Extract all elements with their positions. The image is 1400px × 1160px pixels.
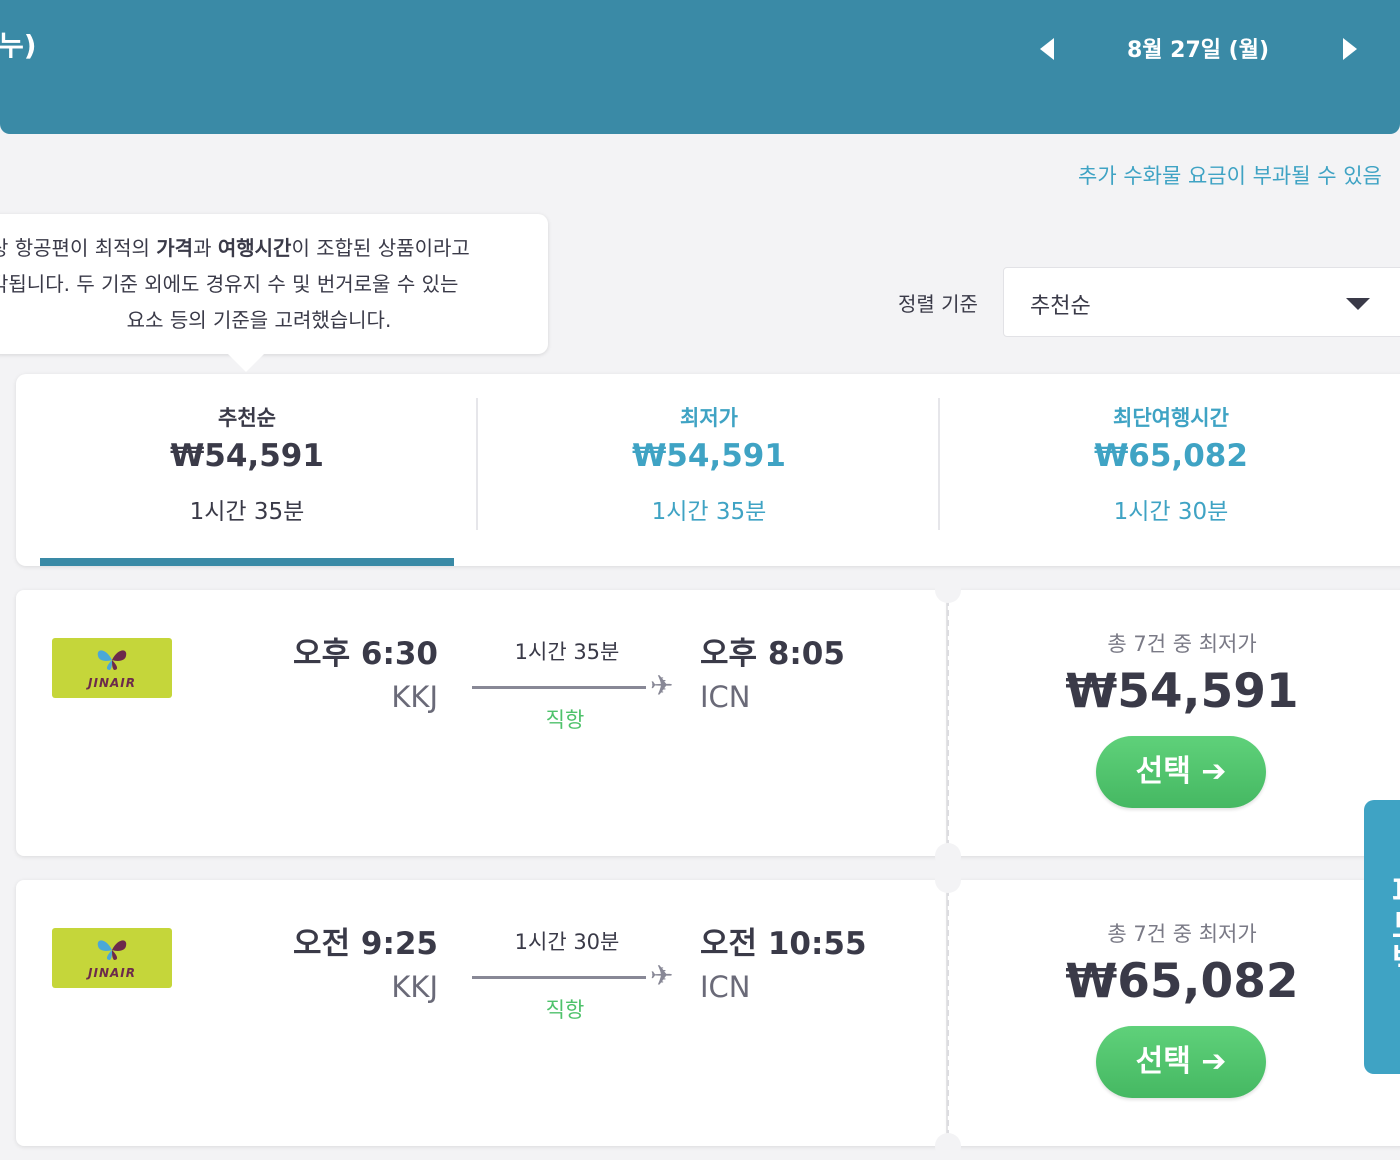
tooltip-line-3: 요소 등의 기준을 고려했습니다. [126,308,392,332]
butterfly-icon [97,650,127,670]
flight-card-details[interactable]: JINAIR 오후 6:30 KKJ 1시간 35분 ✈ 직항 오후 8:05 … [16,590,946,856]
airplane-icon: ✈ [650,669,674,702]
flight-card-price: 총 7건 중 최저가 ₩54,591 선택 ➔ [948,590,1400,856]
offer-price: ₩65,082 [1065,954,1299,1009]
tooltip-line-1: 상 항공편이 최적의 가격과 여행시간이 조합된 상품이라고 [0,236,470,260]
arrival-time: 오후 8:05 [700,636,845,672]
select-button[interactable]: 선택 ➔ [1096,736,1266,808]
airline-logo: JINAIR [52,638,172,698]
arrow-right-icon: ➔ [1201,754,1227,789]
ticket-divider [947,890,949,1136]
sort-tabs: 추천순 ₩54,591 1시간 35분 최저가 ₩54,591 1시간 35분 … [16,374,1400,566]
feedback-side-tab-label: 피드백 [1384,874,1400,976]
ticket-notch [935,843,961,869]
tab-price: ₩65,082 [1094,438,1248,474]
offer-count: 총 7건 중 최저가 [1107,632,1257,656]
tab-price: ₩54,591 [170,438,324,474]
arrival-airport: ICN [700,680,751,714]
tab-title: 추천순 [218,406,276,430]
feedback-side-tab[interactable]: 피드백 [1364,800,1400,1074]
flight-duration: 1시간 35분 [514,640,620,664]
sort-dropdown-value: 추천순 [1030,294,1091,319]
airline-logo: JINAIR [52,928,172,988]
arrival-time: 오전 10:55 [700,926,867,962]
tooltip-line-2: 각됩니다. 두 기준 외에도 경유지 수 및 번거로울 수 있는 [0,272,459,296]
departure-airport: KKJ [391,680,438,714]
flight-card-details[interactable]: JINAIR 오전 9:25 KKJ 1시간 30분 ✈ 직항 오전 10:55… [16,880,946,1146]
tab-fastest[interactable]: 최단여행시간 ₩65,082 1시간 30분 [940,374,1400,566]
tab-duration: 1시간 30분 [1113,499,1229,525]
previous-date-icon[interactable] [1040,38,1054,60]
select-button-label: 선택 [1135,1044,1191,1079]
airline-logo-text: JINAIR [88,966,136,980]
tab-duration: 1시간 35분 [189,499,305,525]
flight-card-price: 총 7건 중 최저가 ₩65,082 선택 ➔ [948,880,1400,1146]
ticket-divider [947,600,949,846]
arrow-right-icon: ➔ [1201,1044,1227,1079]
tab-cheapest[interactable]: 최저가 ₩54,591 1시간 35분 [478,374,940,566]
flight-type: 직항 [545,998,585,1022]
ticket-notch [935,577,961,603]
tab-title: 최저가 [680,406,738,430]
tooltip-pointer [228,354,264,372]
ticket-notch [935,867,961,893]
departure-airport: KKJ [391,970,438,1004]
departure-time: 오후 6:30 [293,636,438,672]
tab-recommended[interactable]: 추천순 ₩54,591 1시간 35분 [16,374,478,566]
route-line [472,976,646,979]
airline-logo-text: JINAIR [88,676,136,690]
offer-price: ₩54,591 [1065,664,1299,719]
departure-time: 오전 9:25 [293,926,438,962]
active-tab-indicator [40,558,454,566]
select-button-label: 선택 [1135,754,1191,789]
tab-duration: 1시간 35분 [651,499,767,525]
next-date-icon[interactable] [1343,38,1357,60]
selected-date[interactable]: 8월 27일 (월) [1110,32,1286,64]
flight-type: 직항 [545,708,585,732]
route-line [472,686,646,689]
caret-down-icon [1346,298,1370,310]
flight-card[interactable]: JINAIR 오후 6:30 KKJ 1시간 35분 ✈ 직항 오후 8:05 … [16,577,1400,869]
airplane-icon: ✈ [650,959,674,992]
select-button[interactable]: 선택 ➔ [1096,1026,1266,1098]
sort-dropdown[interactable]: 추천순 [1003,267,1400,337]
tab-price: ₩54,591 [632,438,786,474]
recommendation-tooltip: 상 항공편이 최적의 가격과 여행시간이 조합된 상품이라고 각됩니다. 두 기… [0,214,548,372]
tab-title: 최단여행시간 [1113,406,1229,430]
offer-count: 총 7건 중 최저가 [1107,922,1257,946]
arrival-airport: ICN [700,970,751,1004]
flight-card[interactable]: JINAIR 오전 9:25 KKJ 1시간 30분 ✈ 직항 오전 10:55… [16,867,1400,1159]
butterfly-icon [97,940,127,960]
ticket-notch [935,1133,961,1159]
baggage-fee-notice[interactable]: 추가 수화물 요금이 부과될 수 있음 [1078,160,1400,190]
flight-duration: 1시간 30분 [514,930,620,954]
header-route-fragment: 누) [0,29,37,62]
sort-label: 정렬 기준 [898,292,978,316]
header-bar: 누) 8월 27일 (월) [0,0,1400,134]
